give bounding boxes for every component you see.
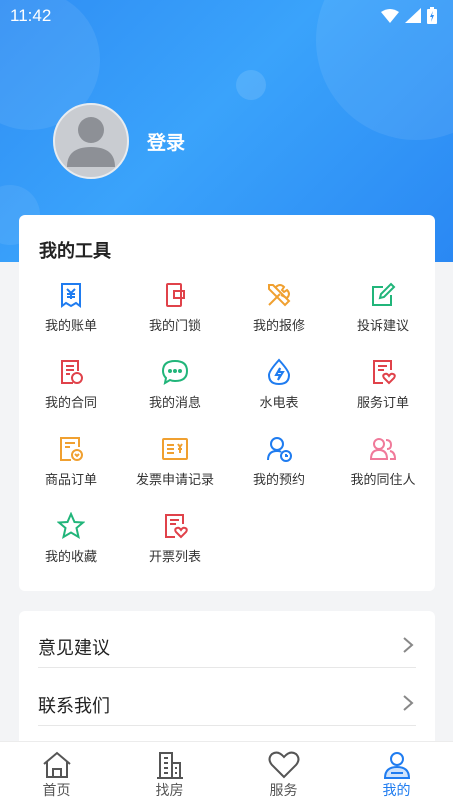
menu-item-label: 意见建议 (38, 638, 110, 659)
product-order-icon (60, 437, 83, 461)
tab-label: 我的 (382, 783, 411, 799)
login-link[interactable]: 登录 (147, 128, 185, 155)
tool-favorites[interactable]: 我的收藏 (19, 512, 123, 576)
chevron-right-icon (403, 637, 414, 653)
my-tools-card: 我的工具 我的账单 我的门锁 我的报修 投诉建议 我的合同 我的消息 水电表 服… (19, 215, 435, 591)
tab-label: 找房 (155, 783, 184, 799)
roommates-icon (369, 438, 397, 460)
tool-label: 我的同住人 (350, 473, 416, 488)
tool-my-lock[interactable]: 我的门锁 (123, 281, 227, 345)
edit-note-icon (372, 282, 396, 306)
tool-label: 发票申请记录 (135, 473, 214, 488)
appointment-icon (267, 437, 292, 462)
menu-item-label: 联系我们 (38, 696, 110, 717)
door-lock-icon (166, 283, 185, 307)
tool-label: 商品订单 (44, 473, 97, 488)
tool-label: 开票列表 (148, 550, 201, 565)
tool-label: 我的账单 (44, 319, 97, 334)
avatar[interactable] (53, 103, 129, 179)
tool-invoice-records[interactable]: 发票申请记录 (123, 435, 227, 499)
tool-label: 服务订单 (356, 396, 409, 411)
message-bubble-icon (161, 359, 189, 386)
tool-my-contract[interactable]: 我的合同 (19, 358, 123, 422)
menu-item-feedback[interactable]: 意见建议 (38, 612, 416, 668)
tool-label: 投诉建议 (356, 319, 409, 334)
tool-service-order[interactable]: 服务订单 (331, 358, 435, 422)
tool-label: 水电表 (259, 396, 299, 411)
tool-utility-meter[interactable]: 水电表 (227, 358, 331, 422)
repair-tools-icon (268, 284, 291, 307)
tool-label: 我的报修 (252, 319, 305, 334)
profile-block[interactable]: 登录 (53, 103, 185, 179)
tool-label: 我的预约 (252, 473, 305, 488)
contract-icon (61, 360, 83, 384)
tab-label: 服务 (269, 783, 298, 799)
default-avatar-icon (67, 117, 115, 167)
star-icon (57, 512, 85, 540)
tab-find-house[interactable]: 找房 (113, 742, 226, 805)
tool-my-bill[interactable]: 我的账单 (19, 281, 123, 345)
menu-item-contact-us[interactable]: 联系我们 (38, 670, 416, 726)
signal-icon (405, 8, 421, 23)
tool-label: 我的消息 (148, 396, 201, 411)
section-title: 我的工具 (39, 241, 111, 262)
water-electric-icon (267, 358, 291, 386)
heart-icon (268, 751, 299, 779)
service-order-icon (373, 360, 396, 385)
invoice-list-icon (165, 514, 188, 539)
home-icon (42, 751, 71, 778)
battery-icon (427, 7, 437, 24)
tool-my-repair[interactable]: 我的报修 (227, 281, 331, 345)
status-time: 11:42 (10, 6, 52, 25)
profile-icon (383, 752, 410, 779)
chevron-right-icon (403, 695, 414, 711)
tab-service[interactable]: 服务 (227, 742, 340, 805)
building-icon (156, 752, 183, 779)
tool-label: 我的收藏 (44, 550, 97, 565)
tool-label: 我的门锁 (148, 319, 201, 334)
tool-complaint[interactable]: 投诉建议 (331, 281, 435, 345)
tool-invoice-list[interactable]: 开票列表 (123, 512, 227, 576)
tool-roommates[interactable]: 我的同住人 (331, 435, 435, 499)
tab-label: 首页 (42, 783, 71, 799)
tool-label: 我的合同 (44, 396, 97, 411)
tab-mine[interactable]: 我的 (340, 742, 453, 805)
tool-my-messages[interactable]: 我的消息 (123, 358, 227, 422)
bottom-tab-bar: 首页 找房 服务 我的 (0, 741, 453, 805)
tool-my-appointment[interactable]: 我的预约 (227, 435, 331, 499)
wifi-icon (381, 8, 399, 23)
invoice-icon (162, 438, 188, 460)
status-bar: 11:42 (0, 0, 453, 34)
bill-icon (61, 283, 81, 308)
settings-menu-card: 意见建议 联系我们 (19, 611, 435, 751)
tool-product-order[interactable]: 商品订单 (19, 435, 123, 499)
tab-home[interactable]: 首页 (0, 742, 113, 805)
